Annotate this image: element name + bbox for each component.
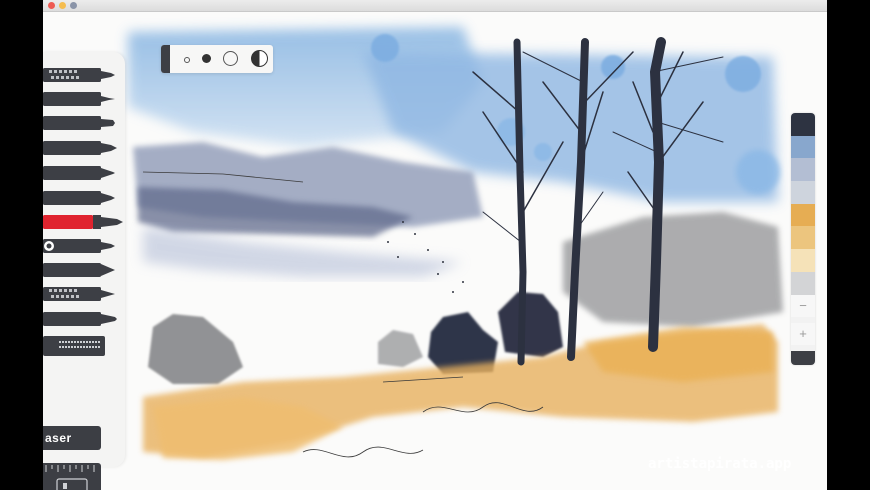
brush-size-selector — [161, 45, 273, 73]
tool-pencil[interactable] — [43, 164, 127, 182]
calligraphy-nib-icon — [43, 312, 117, 326]
color-swatch[interactable] — [791, 181, 815, 204]
tool-rail: aser — [43, 52, 127, 490]
eyedropper-pen-icon — [43, 239, 115, 253]
tool-textured-brush[interactable] — [43, 285, 127, 303]
drawing-canvas[interactable] — [43, 12, 827, 490]
tool-stipple-brush[interactable] — [43, 66, 127, 84]
stipple-brush-icon — [43, 68, 115, 82]
eraser-tool[interactable]: aser — [43, 426, 101, 450]
size-large-dot[interactable] — [251, 50, 268, 67]
crayon-icon — [43, 191, 115, 205]
fountain-marker-icon — [43, 141, 117, 155]
ruler-icon — [45, 465, 95, 490]
minimize-window-button[interactable] — [59, 2, 66, 9]
tool-calligraphy-nib[interactable] — [43, 310, 127, 328]
app-window: aser − + — [43, 0, 827, 490]
color-swatch[interactable] — [791, 226, 815, 250]
tool-fountain-marker[interactable] — [43, 139, 127, 157]
size-tiny-dot[interactable] — [184, 57, 190, 63]
zoom-window-button[interactable] — [70, 2, 77, 9]
palette-handle[interactable] — [791, 351, 815, 365]
technical-pen-icon — [43, 92, 115, 106]
pencil-icon — [43, 166, 115, 180]
color-swatch[interactable] — [791, 158, 815, 182]
color-swatch[interactable] — [791, 271, 815, 295]
palette-plus-button[interactable]: + — [791, 323, 815, 345]
close-window-button[interactable] — [48, 2, 55, 9]
size-medium-dot[interactable] — [223, 51, 238, 66]
marker-icon — [43, 116, 115, 130]
tool-charcoal[interactable] — [43, 261, 127, 279]
color-swatch[interactable] — [791, 135, 815, 159]
textured-brush-icon — [43, 287, 115, 301]
color-palette: − + — [791, 113, 815, 365]
palette-minus-button[interactable]: − — [791, 295, 815, 317]
charcoal-icon — [43, 263, 115, 277]
tool-watercolor-brush[interactable] — [43, 213, 127, 231]
tool-technical-pen[interactable] — [43, 90, 127, 108]
color-swatch[interactable] — [791, 113, 815, 136]
tool-marker[interactable] — [43, 114, 127, 132]
tool-eyedropper-pen[interactable] — [43, 237, 127, 255]
color-swatch[interactable] — [791, 203, 815, 227]
size-small-dot[interactable] — [202, 54, 211, 63]
title-bar — [43, 0, 827, 12]
tool-pattern-roller[interactable] — [43, 336, 105, 356]
watermark: artistapirata.app — [648, 456, 792, 472]
tool-crayon[interactable] — [43, 189, 127, 207]
watercolor-painting — [128, 27, 783, 460]
eraser-label: aser — [45, 431, 72, 445]
ruler-tool[interactable] — [43, 463, 101, 490]
color-swatch[interactable] — [791, 249, 815, 272]
pattern-roller-icon — [43, 336, 105, 356]
watercolor-brush-icon — [43, 215, 123, 229]
size-bar-handle[interactable] — [161, 45, 170, 73]
